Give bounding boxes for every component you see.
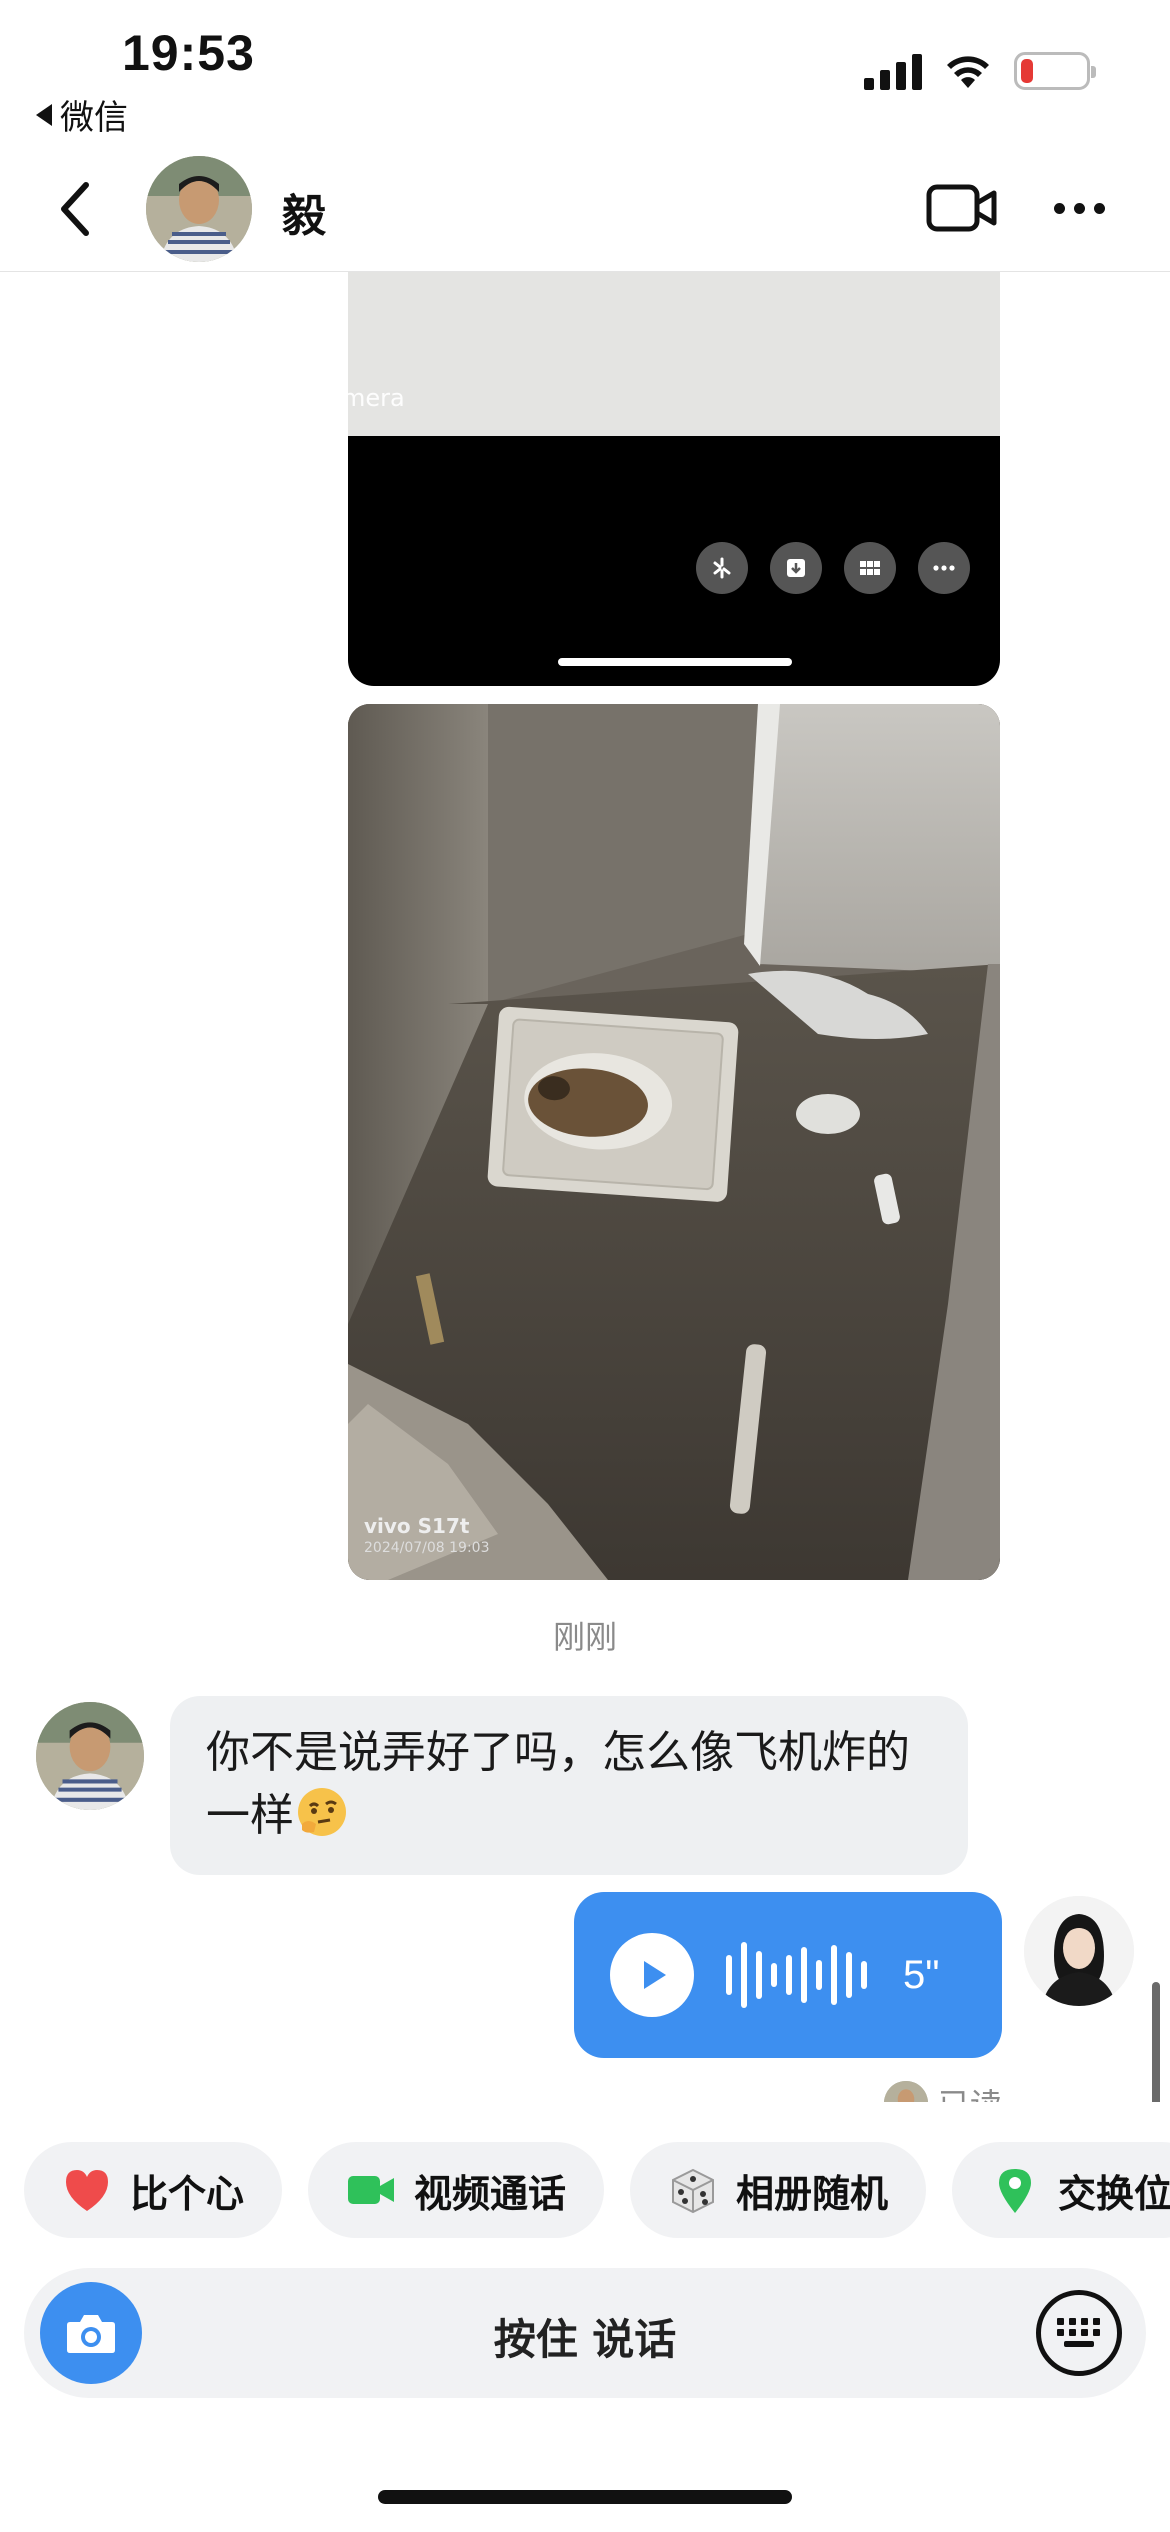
waveform-icon: [726, 1933, 867, 2017]
video-camera-icon: [926, 184, 997, 232]
image-overlay-text: mera: [348, 384, 405, 412]
photo-caption-device: vivo S17t: [364, 1514, 470, 1538]
hold-to-talk-button[interactable]: 按住 说话: [24, 2306, 1146, 2367]
quick-action-heart[interactable]: 比个心: [24, 2142, 283, 2238]
video-call-button[interactable]: [926, 178, 998, 238]
read-receipt: 已读: [883, 2080, 1002, 2102]
quick-action-label: 相册随机: [736, 2171, 889, 2216]
chat-area[interactable]: mera vivo S17t 2024/07/08 19:03 刚刚 你不是说弄…: [0, 272, 1170, 2102]
back-arrow-icon: [61, 182, 89, 236]
quick-action-exchange-location[interactable]: 交换位: [952, 2142, 1170, 2238]
voice-message-bubble[interactable]: 5": [574, 1892, 1002, 2058]
back-triangle-icon: [36, 103, 52, 126]
location-pin-icon: [990, 2165, 1040, 2215]
voice-duration: 5": [903, 1952, 940, 1997]
outgoing-avatar[interactable]: [1024, 1896, 1134, 2006]
image-message-photo[interactable]: vivo S17t 2024/07/08 19:03: [348, 704, 1000, 1580]
battery-icon: [1014, 52, 1096, 90]
video-icon: [346, 2165, 396, 2215]
contact-name[interactable]: 毅: [282, 180, 326, 244]
chat-header: 毅: [0, 150, 1170, 272]
chat-scrollbar[interactable]: [1152, 1982, 1160, 2102]
cellular-signal-icon: [864, 52, 922, 90]
image-message-screenshot[interactable]: mera: [348, 272, 1000, 686]
play-icon: [644, 1961, 666, 1989]
dice-icon: [668, 2165, 718, 2215]
quick-action-label: 视频通话: [414, 2171, 567, 2216]
download-icon: [770, 542, 822, 594]
read-status: 已读: [938, 2080, 1002, 2102]
quick-action-random-album[interactable]: 相册随机: [630, 2142, 927, 2238]
back-to-app-link[interactable]: 微信: [36, 90, 128, 139]
quick-action-label: 比个心: [130, 2171, 245, 2216]
image-toolbar: [696, 542, 970, 594]
play-button[interactable]: [610, 1933, 694, 2017]
quick-action-video-call[interactable]: 视频通话: [308, 2142, 605, 2238]
back-app-label: 微信: [60, 98, 128, 138]
grid-icon: [844, 542, 896, 594]
more-icon: [918, 542, 970, 594]
read-receipt-avatar: [883, 2081, 928, 2102]
screenshot-home-bar: [558, 658, 792, 666]
incoming-text-bubble[interactable]: 你不是说弄好了吗，怎么像飞机炸的一样: [170, 1696, 968, 1875]
message-timestamp: 刚刚: [552, 1618, 617, 1656]
heart-icon: [62, 2165, 112, 2215]
thinking-face-emoji-icon: [298, 1788, 346, 1836]
input-bar: 按住 说话: [24, 2268, 1146, 2398]
more-dots-icon[interactable]: [1044, 178, 1114, 238]
status-icons: [864, 52, 1096, 90]
keyboard-toggle-button[interactable]: [1036, 2290, 1122, 2376]
keyboard-icon: [1057, 2318, 1100, 2347]
back-button[interactable]: [44, 174, 104, 244]
quick-action-label: 交换位: [1058, 2171, 1170, 2216]
wifi-icon: [947, 56, 989, 88]
sparkle-icon: [696, 542, 748, 594]
home-indicator[interactable]: [378, 2490, 792, 2504]
quick-actions-row: 比个心 视频通话 相册随机 交换位: [24, 2142, 1170, 2238]
bathroom-photo: [348, 704, 1000, 1580]
photo-caption-date: 2024/07/08 19:03: [364, 1540, 490, 1556]
status-time: 19:53: [122, 25, 255, 81]
incoming-avatar[interactable]: [36, 1702, 144, 1810]
contact-avatar[interactable]: [146, 156, 252, 262]
